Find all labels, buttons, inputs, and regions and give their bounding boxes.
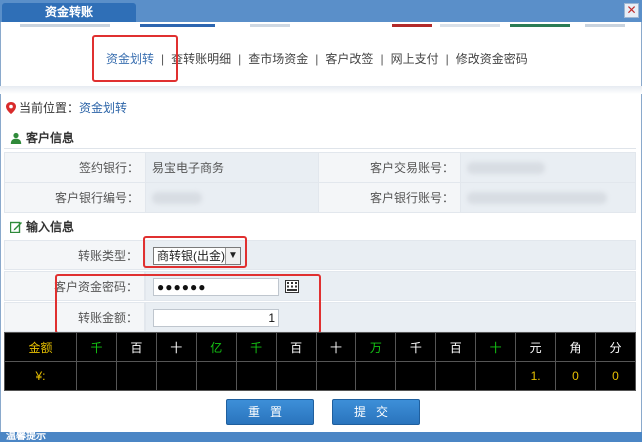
window-title-tab: 资金转账 [2, 3, 136, 22]
breadcrumb-prefix: 当前位置： [19, 101, 80, 115]
title-bar: 资金转账 ✕ [0, 0, 642, 22]
digit-value-cell [235, 361, 277, 391]
masked-value [152, 192, 202, 205]
digit-value-cell [395, 361, 437, 391]
digit-header-cell: 千 [235, 332, 277, 362]
customer-info-header: 客户信息 [4, 127, 636, 149]
trade-account-label: 客户交易账号： [318, 152, 461, 183]
digit-header-cell: 百 [115, 332, 157, 362]
edit-icon [10, 221, 22, 233]
location-pin-icon [6, 102, 16, 114]
masked-value [467, 192, 607, 205]
user-icon [10, 132, 22, 144]
nav-separator: | [445, 52, 449, 66]
digit-header-cell: 百 [435, 332, 477, 362]
digit-header-cell: 元 [515, 332, 557, 362]
breadcrumb: 当前位置：资金划转 [6, 99, 127, 116]
decorative-color-strip [0, 22, 642, 28]
digit-header-cell: 百 [275, 332, 317, 362]
signing-bank-label: 签约银行： [4, 152, 146, 183]
digit-header-cell: 十 [155, 332, 197, 362]
digit-value-cell [435, 361, 477, 391]
transfer-type-label: 转账类型： [4, 240, 145, 270]
nav-link-2[interactable]: 查市场资金 [248, 52, 308, 66]
submit-button[interactable]: 提交 [332, 399, 420, 425]
nav-separator: | [238, 52, 242, 66]
digit-header-row: 金额千百十亿千百十万千百十元角分 [4, 332, 637, 362]
reset-button[interactable]: 重置 [226, 399, 314, 425]
nav-link-5[interactable]: 修改资金密码 [456, 52, 528, 66]
digit-header-cell: 千 [395, 332, 437, 362]
signing-bank-value: 易宝电子商务 [145, 152, 319, 183]
digit-header-cell: 十 [475, 332, 517, 362]
digit-value-cell [195, 361, 237, 391]
masked-value [467, 162, 545, 175]
tips-label: 温馨提示 [6, 431, 46, 442]
digit-value-cell [355, 361, 397, 391]
table-row: 签约银行： 易宝电子商务 客户交易账号： [4, 152, 636, 183]
nav-active-highlight [92, 35, 178, 82]
transfer-type-highlight [143, 236, 247, 268]
bank-account-label: 客户银行账号： [318, 182, 461, 213]
digit-header-cell: 十 [315, 332, 357, 362]
nav-link-1[interactable]: 查转账明细 [171, 52, 231, 66]
bank-number-value [145, 182, 319, 213]
nav-divider [0, 86, 642, 94]
digit-value-cell [155, 361, 197, 391]
digit-header-cell: 千 [76, 332, 117, 362]
trade-account-value [460, 152, 636, 183]
input-info-title: 输入信息 [26, 220, 75, 234]
input-info-header: 输入信息 [4, 216, 636, 238]
password-amount-highlight [55, 274, 321, 334]
digit-value-cell [115, 361, 157, 391]
digit-header-cell: 金额 [4, 332, 77, 362]
table-row: 客户银行编号： 客户银行账号： [4, 182, 636, 213]
tips-bar: 温馨提示 [0, 432, 642, 442]
digit-value-row: ¥: 1. 0 0 [4, 361, 637, 391]
digit-header-cell: 万 [355, 332, 397, 362]
digit-header-cell: 角 [555, 332, 596, 362]
bank-number-label: 客户银行编号： [4, 182, 146, 213]
customer-info-table: 签约银行： 易宝电子商务 客户交易账号： 客户银行编号： 客户银行账号： [4, 152, 636, 213]
nav-separator: | [315, 52, 319, 66]
transfer-type-row: 转账类型： 商转银(出金) ▼ [4, 240, 636, 270]
digit-header-cell: 亿 [195, 332, 237, 362]
digit-value-cell: 0 [594, 361, 637, 391]
digit-value-cell [475, 361, 517, 391]
digit-value-cell: 1. [515, 361, 557, 391]
nav-link-4[interactable]: 网上支付 [391, 52, 439, 66]
digit-value-cell [275, 361, 317, 391]
digit-value-cell [315, 361, 357, 391]
digit-value-cell: 0 [555, 361, 596, 391]
nav-separator: | [380, 52, 384, 66]
amount-digit-grid: 金额千百十亿千百十万千百十元角分 ¥: 1. 0 0 [4, 332, 637, 391]
digit-header-cell: 分 [594, 332, 637, 362]
customer-info-title: 客户信息 [26, 131, 75, 145]
nav-link-3[interactable]: 客户改签 [325, 52, 373, 66]
close-button[interactable]: ✕ [624, 3, 639, 18]
digit-value-cell: ¥: [4, 361, 77, 391]
breadcrumb-location[interactable]: 资金划转 [79, 101, 127, 115]
bank-account-value [460, 182, 636, 213]
digit-value-cell [76, 361, 117, 391]
